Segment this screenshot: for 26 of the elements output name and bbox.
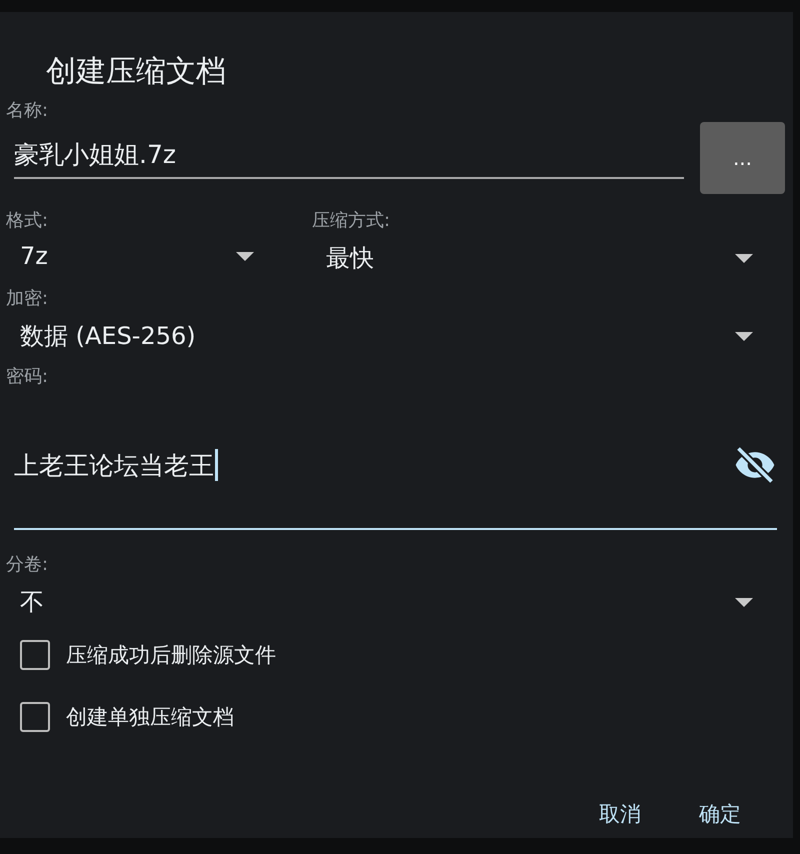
checkbox[interactable] [20,640,50,670]
caret-icon [236,252,254,260]
name-value: 豪乳小姐姐.7z [14,139,176,171]
checkbox-label: 创建单独压缩文档 [66,704,234,731]
format-dropdown[interactable]: 7z [14,234,280,282]
field-label: 压缩方式: [312,209,392,233]
dialog-title: 创建压缩文档 [46,53,227,91]
dialog-button[interactable]: 确定 [695,790,745,838]
password-value: 上老王论坛当老王 [14,450,214,482]
field-label: 分卷: [6,553,50,577]
compression-dropdown[interactable]: 最快 [320,234,779,286]
field-label: 格式: [6,209,50,233]
dialog-button[interactable]: 取消 [595,790,645,838]
checkbox[interactable] [20,702,50,732]
caret-icon [735,598,753,606]
split-dropdown[interactable]: 不 [14,578,779,630]
name-field[interactable]: 豪乳小姐姐.7z [14,130,684,179]
caret-icon [735,254,753,262]
field-label: 名称: [6,99,50,123]
password-field[interactable]: 上老王论坛当老王 [14,400,777,530]
browse-button[interactable]: ... [700,122,785,194]
field-label: 加密: [6,287,50,311]
checkbox-label: 压缩成功后删除源文件 [66,642,276,669]
field-label: 密码: [6,365,50,389]
caret-icon [735,332,753,340]
encryption-dropdown[interactable]: 数据 (AES-256) [14,312,779,364]
